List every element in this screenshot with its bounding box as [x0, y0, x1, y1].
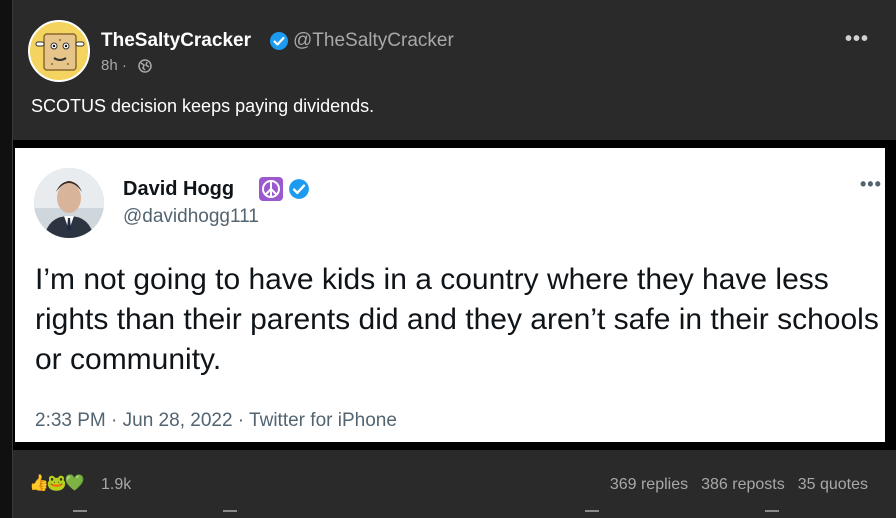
reposts-count[interactable]: 386 reposts [701, 476, 785, 494]
post-text: SCOTUS decision keeps paying dividends. [31, 96, 375, 116]
tweet-screenshot: David Hogg @davidhogg111 ••• I’m not goi… [15, 148, 885, 442]
more-options-button[interactable]: ••• [845, 28, 869, 51]
post-stats: 369 replies 386 reposts 35 quotes [610, 476, 868, 494]
tweet-verified-icon [288, 178, 310, 205]
peace-sign-icon [258, 176, 284, 207]
tweet-meta: 2:33 PM · Jun 28, 2022 · Twitter for iPh… [35, 410, 397, 431]
author-avatar[interactable] [28, 20, 90, 82]
reaction-count[interactable]: 1.9k [101, 476, 131, 494]
cracker-mascot-icon [35, 33, 85, 71]
reactions-icons[interactable]: 👍🐸💚 [29, 473, 85, 493]
embedded-image[interactable]: David Hogg @davidhogg111 ••• I’m not goi… [13, 140, 896, 450]
person-photo-icon [34, 168, 104, 238]
action-bar [13, 510, 896, 518]
like-action-icon[interactable] [73, 510, 87, 518]
tweet-more-icon: ••• [860, 174, 882, 194]
comment-action-icon[interactable] [223, 510, 237, 518]
author-handle[interactable]: @TheSaltyCracker [293, 30, 454, 52]
replies-count[interactable]: 369 replies [610, 476, 688, 494]
tweet-author-handle: @davidhogg111 [123, 206, 259, 227]
share-action-icon[interactable] [765, 510, 779, 518]
post-card: TheSaltyCracker @TheSaltyCracker 8h · ••… [12, 0, 896, 518]
author-name[interactable]: TheSaltyCracker [101, 30, 251, 52]
repost-action-icon[interactable] [585, 510, 599, 518]
globe-icon [138, 59, 152, 78]
tweet-author-avatar [34, 168, 104, 238]
verified-badge-icon [269, 31, 289, 56]
post-time[interactable]: 8h · [101, 57, 127, 74]
tweet-author-name: David Hogg [123, 178, 235, 200]
tweet-text: I’m not going to have kids in a country … [35, 263, 879, 376]
quotes-count[interactable]: 35 quotes [798, 476, 868, 494]
